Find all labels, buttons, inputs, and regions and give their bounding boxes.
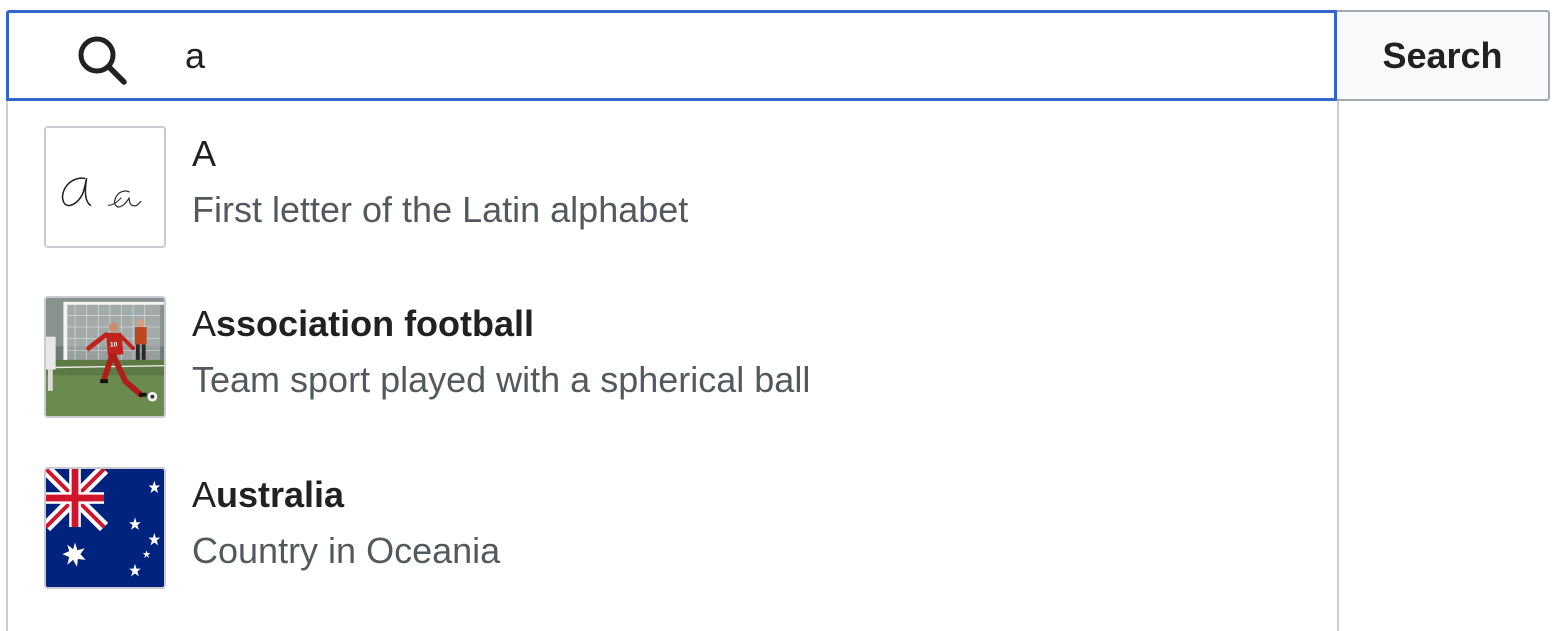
title-rest: ustralia: [216, 474, 345, 515]
search-icon: [78, 36, 127, 85]
svg-text:10: 10: [110, 341, 118, 348]
suggestion-title: Australia: [192, 474, 344, 516]
suggestion-thumbnail-football: 10: [44, 296, 166, 418]
suggestion-description: First letter of the Latin alphabet: [192, 189, 689, 230]
suggestion-title: A: [192, 133, 216, 175]
search-button[interactable]: Search: [1337, 10, 1550, 101]
title-match: A: [192, 474, 217, 515]
suggestions-dropdown: A First letter of the Latin alphabet 10 …: [6, 101, 1339, 631]
suggestion-thumbnail-australia: [44, 467, 166, 589]
cursive-a-icon: [46, 128, 164, 246]
suggestion-item[interactable]: Australia Country in Oceania: [8, 442, 1337, 612]
suggestion-title: Association football: [192, 303, 534, 345]
suggestion-item[interactable]: A First letter of the Latin alphabet: [8, 101, 1337, 271]
title-match: A: [192, 303, 217, 344]
search-box[interactable]: [6, 10, 1337, 101]
title-match: A: [192, 133, 217, 174]
australia-flag-icon: [46, 469, 164, 587]
suggestion-thumbnail-cursive-a: [44, 126, 166, 248]
suggestion-description: Team sport played with a spherical ball: [192, 359, 811, 400]
suggestion-description: Country in Oceania: [192, 530, 501, 571]
football-player-image: 10: [46, 298, 164, 416]
title-rest: ssociation football: [216, 303, 535, 344]
search-input[interactable]: [185, 13, 1305, 98]
suggestion-item[interactable]: 10 Association football Team sport playe…: [8, 271, 1337, 441]
